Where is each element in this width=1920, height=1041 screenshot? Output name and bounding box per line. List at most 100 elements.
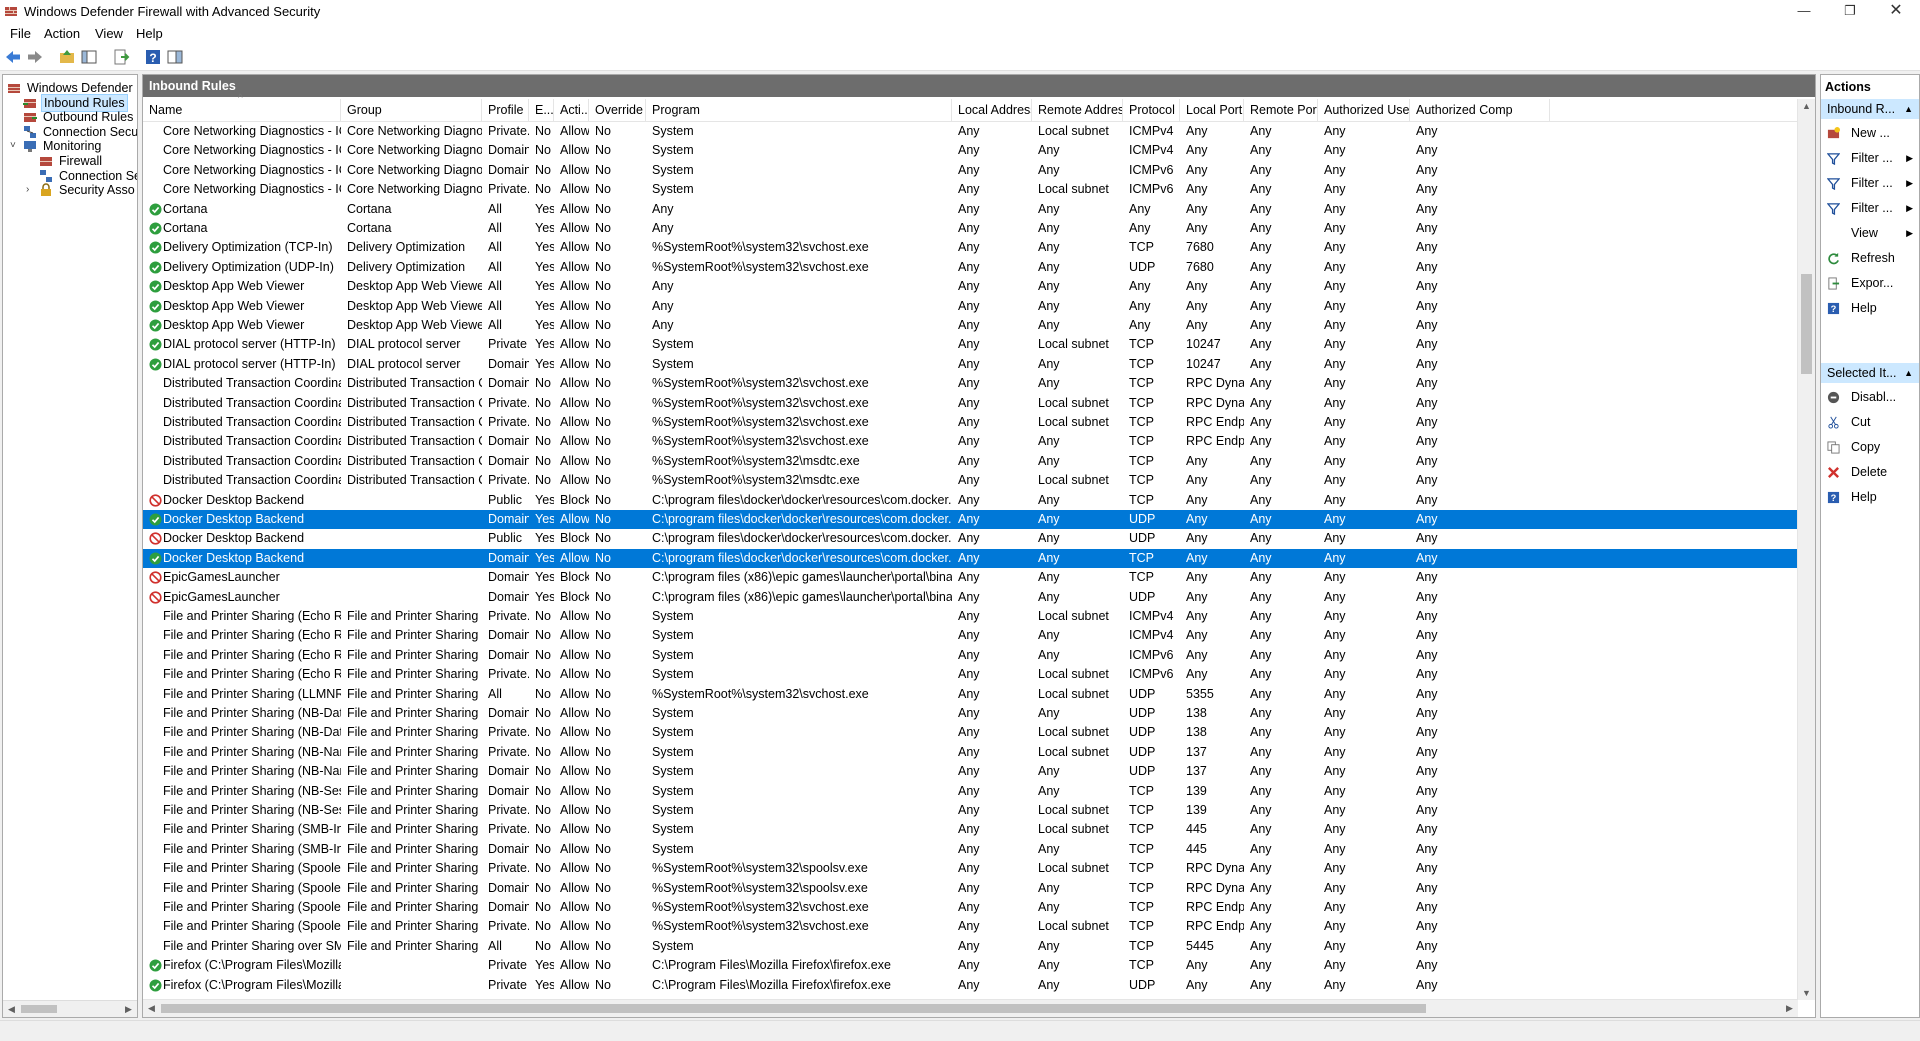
table-row[interactable]: Distributed Transaction Coordinator (TCP… xyxy=(143,471,1798,490)
action-item[interactable]: Refresh xyxy=(1821,248,1919,268)
tree-scroll-thumb[interactable] xyxy=(21,1005,57,1013)
table-row[interactable]: Core Networking Diagnostics - ICMP Ech..… xyxy=(143,161,1798,180)
column-header[interactable]: Override xyxy=(589,99,646,121)
column-header[interactable]: Remote Port xyxy=(1244,99,1318,121)
action-item[interactable]: Copy xyxy=(1821,437,1919,457)
table-row[interactable]: Distributed Transaction Coordinator (RPC… xyxy=(143,432,1798,451)
actions-section-selected-items[interactable]: Selected It... ▲ xyxy=(1821,363,1919,383)
expander-arrow-icon[interactable]: › xyxy=(26,181,36,199)
collapse-arrow-icon[interactable]: ▲ xyxy=(1904,363,1913,383)
table-row[interactable]: Core Networking Diagnostics - ICMP Ech..… xyxy=(143,180,1798,199)
table-row[interactable]: Firefox (C:\Program Files\Mozilla Firefo… xyxy=(143,976,1798,995)
table-row[interactable]: Desktop App Web Viewer Desktop App Web Vi… xyxy=(143,297,1798,316)
table-row[interactable]: File and Printer Sharing (NB-Session-In)… xyxy=(143,782,1798,801)
column-header[interactable]: Program xyxy=(646,99,952,121)
table-row[interactable]: File and Printer Sharing (Echo Request -… xyxy=(143,646,1798,665)
help-icon[interactable]: ? xyxy=(144,48,162,66)
action-item[interactable]: Expor... xyxy=(1821,273,1919,293)
table-row[interactable]: File and Printer Sharing (LLMNR-UDP-In) F… xyxy=(143,685,1798,704)
scroll-right-arrow-icon[interactable]: ▶ xyxy=(1781,1003,1798,1014)
close-button[interactable]: ✕ xyxy=(1873,0,1919,24)
collapse-arrow-icon[interactable]: ▲ xyxy=(1904,99,1913,119)
horizontal-scrollbar[interactable]: ◀ ▶ xyxy=(143,999,1798,1017)
column-header[interactable]: Local Port xyxy=(1180,99,1244,121)
table-row[interactable]: File and Printer Sharing (NB-Datagram-In… xyxy=(143,723,1798,742)
table-row[interactable]: Desktop App Web Viewer Desktop App Web Vi… xyxy=(143,316,1798,335)
menu-file[interactable]: File xyxy=(10,26,31,41)
table-row[interactable]: Google Chrome (mDNS-In)Google ChromeAllY… xyxy=(143,995,1798,998)
column-header[interactable]: Protocol xyxy=(1123,99,1180,121)
scroll-left-arrow-icon[interactable]: ◀ xyxy=(3,1004,20,1015)
column-header[interactable]: Local Address xyxy=(952,99,1032,121)
scroll-right-arrow-icon[interactable]: ▶ xyxy=(120,1004,137,1015)
table-row[interactable]: Core Networking Diagnostics - ICMP Ech..… xyxy=(143,122,1798,141)
table-row[interactable]: Core Networking Diagnostics - ICMP Ech..… xyxy=(143,141,1798,160)
table-row[interactable]: Docker Desktop Backend Domain Yes Allow No C:… xyxy=(143,510,1798,529)
column-header[interactable]: Profile xyxy=(482,99,529,121)
table-row[interactable]: Desktop App Web Viewer Desktop App Web Vi… xyxy=(143,277,1798,296)
table-row[interactable]: File and Printer Sharing (Echo Request -… xyxy=(143,607,1798,626)
table-row[interactable]: File and Printer Sharing (Spooler Servic… xyxy=(143,917,1798,936)
table-row[interactable]: File and Printer Sharing (NB-Session-In)… xyxy=(143,801,1798,820)
up-folder-icon[interactable] xyxy=(58,48,76,66)
table-row[interactable]: File and Printer Sharing (SMB-In) File an… xyxy=(143,820,1798,839)
table-row[interactable]: DIAL protocol server (HTTP-In) DIAL proto… xyxy=(143,335,1798,354)
table-row[interactable]: File and Printer Sharing (SMB-In) File an… xyxy=(143,840,1798,859)
action-item[interactable]: Filter ... ▶ xyxy=(1821,148,1919,168)
table-row[interactable]: File and Printer Sharing (Spooler Servic… xyxy=(143,898,1798,917)
scroll-down-arrow-icon[interactable]: ▼ xyxy=(1798,988,1815,998)
column-header[interactable]: Group xyxy=(341,99,482,121)
menu-action[interactable]: Action xyxy=(44,26,80,41)
table-row[interactable]: Firefox (C:\Program Files\Mozilla Firefo… xyxy=(143,956,1798,975)
action-item[interactable]: Disabl... xyxy=(1821,387,1919,407)
action-item[interactable]: New ... xyxy=(1821,123,1919,143)
export-list-icon[interactable] xyxy=(112,48,130,66)
table-row[interactable]: DIAL protocol server (HTTP-In) DIAL proto… xyxy=(143,355,1798,374)
column-header[interactable]: Remote Address xyxy=(1032,99,1123,121)
column-header[interactable]: Authorized Users xyxy=(1318,99,1410,121)
table-row[interactable]: Cortana Cortana All Yes Allow No Any Any Any Any A… xyxy=(143,219,1798,238)
table-row[interactable]: Delivery Optimization (TCP-In) Delivery O… xyxy=(143,238,1798,257)
menu-help[interactable]: Help xyxy=(136,26,163,41)
forward-arrow-icon[interactable] xyxy=(26,48,44,66)
column-header[interactable]: E... xyxy=(529,99,554,121)
action-item[interactable]: Filter ... ▶ xyxy=(1821,198,1919,218)
menu-view[interactable]: View xyxy=(95,26,123,41)
table-row[interactable]: File and Printer Sharing over SMBDirect … xyxy=(143,937,1798,956)
column-header[interactable]: Authorized Comp xyxy=(1410,99,1550,121)
table-row[interactable]: File and Printer Sharing (Spooler Servic… xyxy=(143,879,1798,898)
table-row[interactable]: File and Printer Sharing (NB-Name-In) Fil… xyxy=(143,743,1798,762)
table-row[interactable]: File and Printer Sharing (NB-Datagram-In… xyxy=(143,704,1798,723)
vertical-scroll-thumb[interactable] xyxy=(1801,274,1812,374)
table-row[interactable]: EpicGamesLauncher Domain Yes Block No C:\prog… xyxy=(143,568,1798,587)
table-row[interactable]: File and Printer Sharing (Echo Request -… xyxy=(143,665,1798,684)
table-row[interactable]: Distributed Transaction Coordinator (TCP… xyxy=(143,452,1798,471)
table-row[interactable]: Docker Desktop Backend Domain Yes Allow No C:… xyxy=(143,548,1798,568)
back-arrow-icon[interactable] xyxy=(4,48,22,66)
column-header[interactable]: Acti... xyxy=(554,99,589,121)
table-row[interactable]: Cortana Cortana All Yes Allow No Any Any Any Any A… xyxy=(143,200,1798,219)
table-row[interactable]: Docker Desktop Backend Public Yes Block No C:… xyxy=(143,491,1798,510)
minimize-button[interactable]: — xyxy=(1781,0,1827,24)
show-hide-tree-icon[interactable] xyxy=(80,48,98,66)
table-row[interactable]: Distributed Transaction Coordinator (RPC… xyxy=(143,394,1798,413)
table-row[interactable]: Delivery Optimization (UDP-In) Delivery O… xyxy=(143,258,1798,277)
action-item[interactable]: Cut xyxy=(1821,412,1919,432)
actions-section-inbound-rules[interactable]: Inbound R... ▲ xyxy=(1821,99,1919,119)
vertical-scrollbar[interactable]: ▲ ▼ xyxy=(1797,99,1815,1000)
table-row[interactable]: Docker Desktop Backend Public Yes Block No C:… xyxy=(143,529,1798,548)
show-action-pane-icon[interactable] xyxy=(166,48,184,66)
horizontal-scroll-thumb[interactable] xyxy=(161,1004,1426,1013)
table-row[interactable]: File and Printer Sharing (Spooler Servic… xyxy=(143,859,1798,878)
action-item[interactable]: View ▶ xyxy=(1821,223,1919,243)
table-row[interactable]: EpicGamesLauncher Domain Yes Block No C:\prog… xyxy=(143,588,1798,607)
table-row[interactable]: File and Printer Sharing (NB-Name-In) Fil… xyxy=(143,762,1798,781)
table-row[interactable]: Distributed Transaction Coordinator (RPC… xyxy=(143,374,1798,393)
scroll-left-arrow-icon[interactable]: ◀ xyxy=(143,1003,160,1014)
scroll-up-arrow-icon[interactable]: ▲ xyxy=(1798,101,1815,111)
action-item[interactable]: ? Help xyxy=(1821,298,1919,318)
tree-horizontal-scrollbar[interactable]: ◀ ▶ xyxy=(3,1000,137,1017)
maximize-button[interactable]: ❐ xyxy=(1827,0,1873,24)
action-item[interactable]: Filter ... ▶ xyxy=(1821,173,1919,193)
expander-arrow-icon[interactable]: ˅ xyxy=(10,137,20,155)
